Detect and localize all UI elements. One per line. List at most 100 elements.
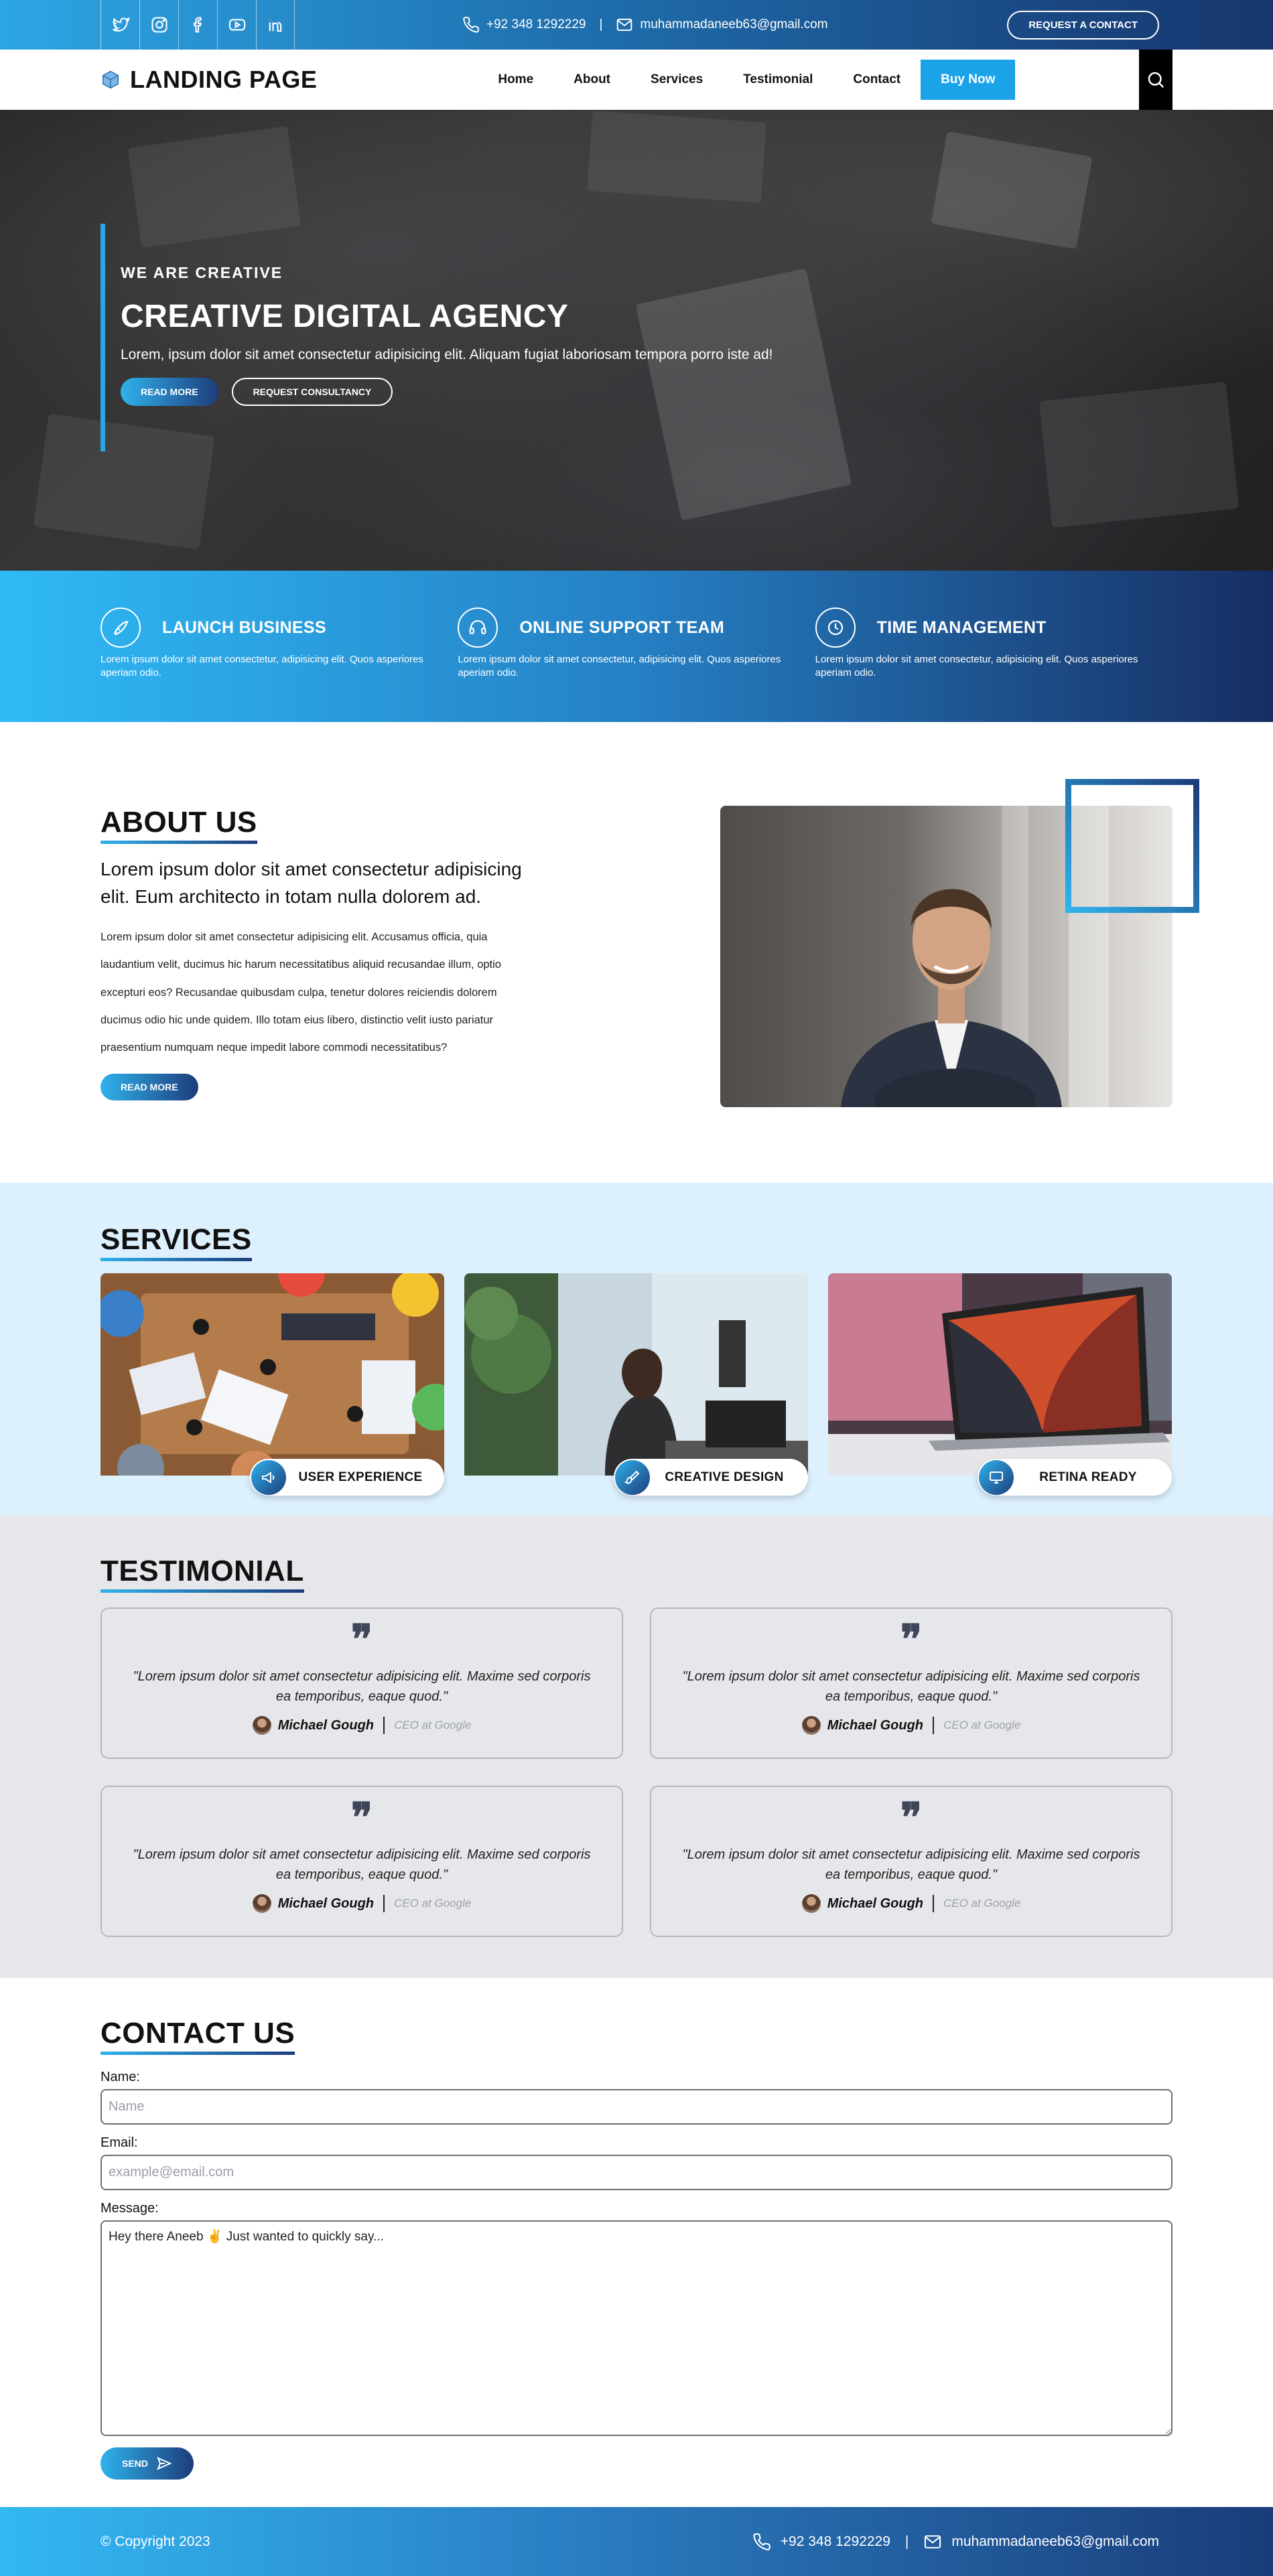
- avatar: [801, 1894, 821, 1913]
- avatar: [252, 1894, 271, 1913]
- testimonial-card: ❞ "Lorem ipsum dolor sit amet consectetu…: [650, 1607, 1172, 1759]
- linkedin-link[interactable]: [256, 0, 295, 50]
- service-label: RETINA READY: [1039, 1470, 1137, 1484]
- nav-item-services[interactable]: Services: [630, 72, 723, 87]
- testimonial-title: TESTIMONIAL: [100, 1555, 304, 1593]
- testimonial-card: ❞ "Lorem ipsum dolor sit amet consectetu…: [650, 1786, 1172, 1937]
- hero-section: WE ARE CREATIVE CREATIVE DIGITAL AGENCY …: [0, 110, 1273, 571]
- author-divider: [933, 1717, 935, 1734]
- feature-title: LAUNCH BUSINESS: [162, 618, 326, 637]
- facebook-icon: [193, 17, 202, 33]
- quote-icon: ❞: [900, 1794, 923, 1841]
- message-label: Message:: [100, 2201, 159, 2216]
- mail-icon: [617, 18, 632, 31]
- footer-email[interactable]: muhammadaneeb63@gmail.com: [951, 2534, 1159, 2550]
- testimonial-grid: ❞ "Lorem ipsum dolor sit amet consectetu…: [100, 1607, 1172, 1937]
- email-field[interactable]: [100, 2155, 1172, 2190]
- service-card-user-experience[interactable]: USER EXPERIENCE: [100, 1273, 444, 1496]
- footer-phone[interactable]: +92 348 1292229: [781, 2534, 890, 2550]
- nav-item-testimonial[interactable]: Testimonial: [723, 72, 833, 87]
- request-contact-button[interactable]: REQUEST A CONTACT: [1007, 10, 1159, 40]
- search-button[interactable]: [1139, 50, 1172, 110]
- name-field[interactable]: [100, 2089, 1172, 2125]
- phone-icon: [753, 2532, 770, 2551]
- topbar-separator: |: [599, 17, 603, 31]
- mail-icon: [925, 2534, 941, 2549]
- feature-text: Lorem ipsum dolor sit amet consectetur, …: [458, 654, 781, 679]
- send-label: SEND: [122, 2458, 148, 2469]
- nav-item-home[interactable]: Home: [478, 72, 553, 87]
- avatar: [252, 1716, 271, 1735]
- author-divider: [383, 1717, 385, 1734]
- about-decor-frame: [1065, 779, 1199, 913]
- topbar-phone[interactable]: +92 348 1292229: [462, 16, 586, 33]
- about-media: [720, 779, 1199, 1107]
- main-navbar: LANDING PAGE Home About Services Testimo…: [0, 50, 1273, 110]
- testimonial-author: Michael Gough CEO at Google: [651, 1894, 1171, 1913]
- testimonial-quote: "Lorem ipsum dolor sit amet consectetur …: [133, 1669, 591, 1704]
- about-title: ABOUT US: [100, 806, 257, 844]
- service-label: USER EXPERIENCE: [298, 1470, 423, 1484]
- service-image-team-meeting: [100, 1273, 444, 1476]
- nav-item-contact[interactable]: Contact: [833, 72, 921, 87]
- service-cards: USER EXPERIENCE CREATIVE DESIGN RETINA R…: [100, 1273, 1172, 1496]
- testimonial-card: ❞ "Lorem ipsum dolor sit amet consectetu…: [100, 1786, 623, 1937]
- nav-menu: Home About Services Testimonial Contact …: [478, 60, 1016, 100]
- author-name: Michael Gough: [827, 1717, 924, 1733]
- footer: © Copyright 2023 +92 348 1292229 | muham…: [0, 2507, 1273, 2576]
- topbar-phone-text: +92 348 1292229: [486, 17, 586, 31]
- about-section: ABOUT US Lorem ipsum dolor sit amet cons…: [0, 722, 1273, 1183]
- hero-title: CREATIVE DIGITAL AGENCY: [121, 299, 569, 334]
- twitter-icon: [112, 17, 130, 32]
- author-role: CEO at Google: [394, 1719, 472, 1731]
- service-card-creative-design[interactable]: CREATIVE DESIGN: [464, 1273, 808, 1496]
- testimonial-quote: "Lorem ipsum dolor sit amet consectetur …: [682, 1669, 1140, 1704]
- search-icon: [1148, 72, 1164, 88]
- avatar: [801, 1716, 821, 1735]
- feature-title: TIME MANAGEMENT: [876, 618, 1047, 637]
- author-name: Michael Gough: [277, 1717, 375, 1733]
- testimonial-author: Michael Gough CEO at Google: [102, 1894, 622, 1913]
- instagram-icon: [151, 17, 168, 33]
- hero-content: WE ARE CREATIVE CREATIVE DIGITAL AGENCY …: [100, 224, 773, 451]
- author-name: Michael Gough: [827, 1895, 924, 1911]
- twitter-link[interactable]: [100, 0, 139, 50]
- top-bar: +92 348 1292229 | muhammadaneeb63@gmail.…: [0, 0, 1273, 50]
- logo[interactable]: LANDING PAGE: [100, 66, 317, 94]
- hero-text: Lorem, ipsum dolor sit amet consectetur …: [121, 347, 773, 362]
- feature-title: ONLINE SUPPORT TEAM: [519, 618, 725, 637]
- hero-eyebrow: WE ARE CREATIVE: [121, 264, 283, 281]
- feature-launch-business: LAUNCH BUSINESS Lorem ipsum dolor sit am…: [100, 607, 458, 681]
- testimonial-author: Michael Gough CEO at Google: [102, 1716, 622, 1735]
- service-label-pill[interactable]: USER EXPERIENCE: [250, 1459, 444, 1496]
- service-label-pill[interactable]: CREATIVE DESIGN: [614, 1459, 808, 1496]
- youtube-link[interactable]: [217, 0, 256, 50]
- contact-section: CONTACT US Name: Email: Message: Hey the…: [0, 1978, 1273, 2507]
- about-text: ABOUT US Lorem ipsum dolor sit amet cons…: [100, 806, 529, 1107]
- author-divider: [383, 1895, 385, 1912]
- facebook-link[interactable]: [178, 0, 217, 50]
- contact-title: CONTACT US: [100, 2017, 295, 2055]
- megaphone-icon: [251, 1459, 286, 1495]
- buy-now-button[interactable]: Buy Now: [921, 60, 1016, 100]
- author-name: Michael Gough: [277, 1895, 375, 1911]
- testimonial-quote: "Lorem ipsum dolor sit amet consectetur …: [133, 1847, 591, 1882]
- services-title: SERVICES: [100, 1223, 252, 1261]
- topbar-contact-info: +92 348 1292229 | muhammadaneeb63@gmail.…: [462, 16, 828, 33]
- footer-separator: |: [904, 2533, 909, 2549]
- service-label-pill[interactable]: RETINA READY: [978, 1459, 1172, 1496]
- topbar-email[interactable]: muhammadaneeb63@gmail.com: [616, 16, 828, 33]
- features-strip: LAUNCH BUSINESS Lorem ipsum dolor sit am…: [0, 571, 1273, 722]
- copyright-text: © Copyright 2023: [100, 2533, 210, 2549]
- logo-text: LANDING PAGE: [130, 66, 318, 93]
- linkedin-icon: [269, 19, 282, 32]
- message-field[interactable]: Hey there Aneeb ✌ Just wanted to quickly…: [100, 2220, 1172, 2436]
- send-button[interactable]: SEND: [100, 2447, 194, 2480]
- author-role: CEO at Google: [943, 1719, 1021, 1731]
- about-read-more-button[interactable]: READ MORE: [100, 1074, 198, 1101]
- hero-read-more-button[interactable]: READ MORE: [121, 378, 218, 406]
- service-card-retina-ready[interactable]: RETINA READY: [828, 1273, 1172, 1496]
- request-consultancy-button[interactable]: REQUEST CONSULTANCY: [231, 378, 393, 406]
- instagram-link[interactable]: [139, 0, 178, 50]
- nav-item-about[interactable]: About: [553, 72, 630, 87]
